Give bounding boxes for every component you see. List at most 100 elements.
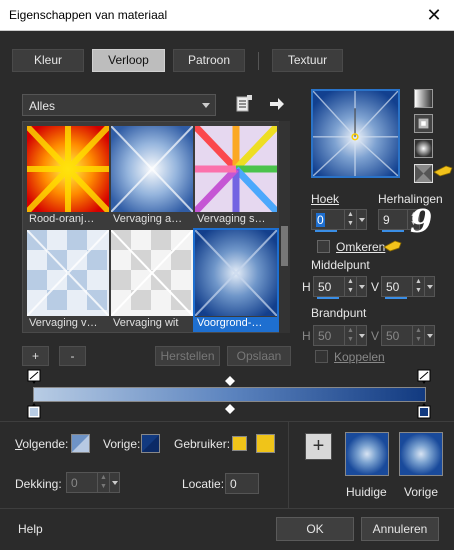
linear-style-icon[interactable]: [414, 89, 433, 108]
slider-bar: [382, 230, 404, 232]
pointing-hand-icon: [383, 240, 402, 252]
spin-arrows-icon[interactable]: ▲ ▼: [97, 473, 109, 492]
link-label-text: Koppelen: [334, 350, 385, 364]
gradient-thumb: [195, 126, 277, 212]
gradient-preview[interactable]: [311, 89, 400, 178]
previous-stop-swatch[interactable]: [141, 434, 160, 453]
opacity-spinner[interactable]: 0 ▲ ▼: [66, 472, 120, 493]
chevron-down-icon: [202, 103, 210, 108]
gradient-tile-vervaging-a[interactable]: Vervaging a…: [111, 126, 193, 227]
gradient-tile-rood-oranje[interactable]: Rood-oranj…: [27, 126, 109, 227]
cancel-button[interactable]: Annuleren: [361, 517, 439, 541]
focus-h-label: H: [302, 329, 311, 343]
previous-swatch-label: Vorige: [404, 485, 439, 499]
resource-manager-icon[interactable]: [235, 95, 253, 113]
tab-divider: [258, 52, 259, 70]
chevron-down-icon[interactable]: [424, 326, 434, 345]
tab-textuur[interactable]: Textuur: [272, 49, 343, 72]
spin-arrows-icon[interactable]: ▲ ▼: [412, 326, 424, 345]
chevron-down-icon[interactable]: [356, 210, 366, 229]
color-stop-left-icon[interactable]: [27, 403, 41, 419]
angle-spinner[interactable]: 0 ▲ ▼: [311, 209, 367, 232]
invert-label: Omkeren: [336, 240, 385, 254]
center-v-value: 50: [386, 280, 400, 294]
link-label: Koppelen: [334, 350, 385, 364]
current-swatch[interactable]: [345, 432, 389, 476]
repeats-value: 9: [383, 213, 390, 227]
gradient-caption: Vervaging wit: [113, 317, 179, 329]
gradient-thumb: [111, 126, 193, 212]
opacity-stop-left-icon[interactable]: [27, 369, 41, 384]
arrow-right-icon[interactable]: [268, 95, 286, 113]
category-dropdown[interactable]: Alles: [22, 94, 216, 116]
invert-checkbox[interactable]: [317, 240, 330, 253]
opacity-value: 0: [71, 476, 78, 490]
focus-label: Brandpunt: [311, 306, 367, 320]
sunburst-style-icon[interactable]: [414, 139, 433, 158]
focus-v-spinner[interactable]: 50 ▲ ▼: [381, 325, 435, 346]
save-gradient-button[interactable]: Opslaan: [227, 346, 291, 366]
spin-arrows-icon[interactable]: ▲ ▼: [344, 326, 356, 345]
location-label: Locatie:: [182, 477, 225, 491]
gradient-caption: Vervaging s…: [197, 213, 266, 225]
opacity-label: Dekking:: [15, 477, 62, 491]
previous-stop-label: Vorige:: [103, 437, 141, 451]
gallery-scrollbar[interactable]: [279, 121, 290, 333]
spin-arrows-icon[interactable]: ▲ ▼: [412, 277, 424, 296]
center-h-label: H: [302, 280, 311, 294]
user-color-swatch-small[interactable]: [232, 436, 247, 451]
midpoint-top-icon[interactable]: [225, 376, 235, 386]
title-bar: Eigenschappen van materiaal ✕: [0, 0, 454, 31]
center-h-spinner[interactable]: 50 ▲ ▼: [313, 276, 367, 299]
previous-swatch[interactable]: [399, 432, 443, 476]
add-gradient-button[interactable]: +: [22, 346, 49, 366]
chevron-down-icon[interactable]: [356, 277, 366, 296]
spin-arrows-icon[interactable]: ▲ ▼: [344, 210, 356, 229]
gradient-thumb: [195, 230, 277, 316]
category-value: Alles: [29, 99, 56, 113]
next-stop-swatch[interactable]: [71, 434, 90, 453]
gradient-thumb: [111, 230, 193, 316]
midpoint-bottom-icon[interactable]: [225, 404, 235, 414]
gradient-thumb: [27, 126, 109, 212]
user-color-swatch[interactable]: [256, 434, 275, 453]
gradient-caption: Vervaging v…: [29, 317, 98, 329]
chevron-down-icon[interactable]: [424, 277, 434, 296]
spin-arrows-icon[interactable]: ▲ ▼: [344, 277, 356, 296]
gradient-tile-vervaging-s[interactable]: Vervaging s…: [195, 126, 277, 227]
link-checkbox[interactable]: [315, 350, 328, 363]
slider-bar: [317, 297, 339, 299]
help-link[interactable]: Help: [18, 522, 43, 536]
center-h-value: 50: [318, 280, 332, 294]
focus-v-label: V: [371, 329, 380, 343]
gradient-caption: Voorgrond-…: [195, 317, 277, 331]
gradient-tile-vervaging-v[interactable]: Vervaging v…: [27, 230, 109, 331]
opacity-stop-right-icon[interactable]: [417, 369, 431, 384]
gradient-tile-voorgrond[interactable]: Voorgrond-…: [193, 228, 279, 332]
focus-v-value: 50: [386, 329, 400, 343]
tab-verloop[interactable]: Verloop: [92, 49, 165, 72]
center-v-spinner[interactable]: 50 ▲ ▼: [381, 276, 435, 299]
tab-kleur[interactable]: Kleur: [12, 49, 84, 72]
location-field[interactable]: 0: [225, 473, 259, 494]
close-icon[interactable]: ✕: [414, 0, 454, 31]
chevron-down-icon[interactable]: [356, 326, 366, 345]
ok-button[interactable]: OK: [276, 517, 354, 541]
chevron-down-icon[interactable]: [109, 473, 119, 492]
focus-h-spinner[interactable]: 50 ▲ ▼: [313, 325, 367, 346]
pointing-hand-icon: [433, 165, 453, 177]
gradient-tile-vervaging-wit[interactable]: Vervaging wit: [111, 230, 193, 331]
scrollbar-thumb[interactable]: [281, 226, 288, 266]
annotation-number: 9: [410, 202, 433, 240]
window-title: Eigenschappen van materiaal: [9, 8, 168, 22]
add-swatch-button[interactable]: +: [305, 433, 332, 460]
remove-gradient-button[interactable]: -: [59, 346, 86, 366]
reset-button[interactable]: Herstellen: [155, 346, 220, 366]
gradient-bar[interactable]: [33, 387, 426, 402]
rectangular-style-icon[interactable]: [414, 114, 433, 133]
radial-style-icon[interactable]: [414, 164, 433, 183]
tab-patroon[interactable]: Patroon: [173, 49, 245, 72]
angle-label: Hoek: [311, 192, 339, 206]
color-stop-right-icon[interactable]: [417, 403, 431, 419]
invert-label-text: Omkeren: [336, 240, 386, 254]
